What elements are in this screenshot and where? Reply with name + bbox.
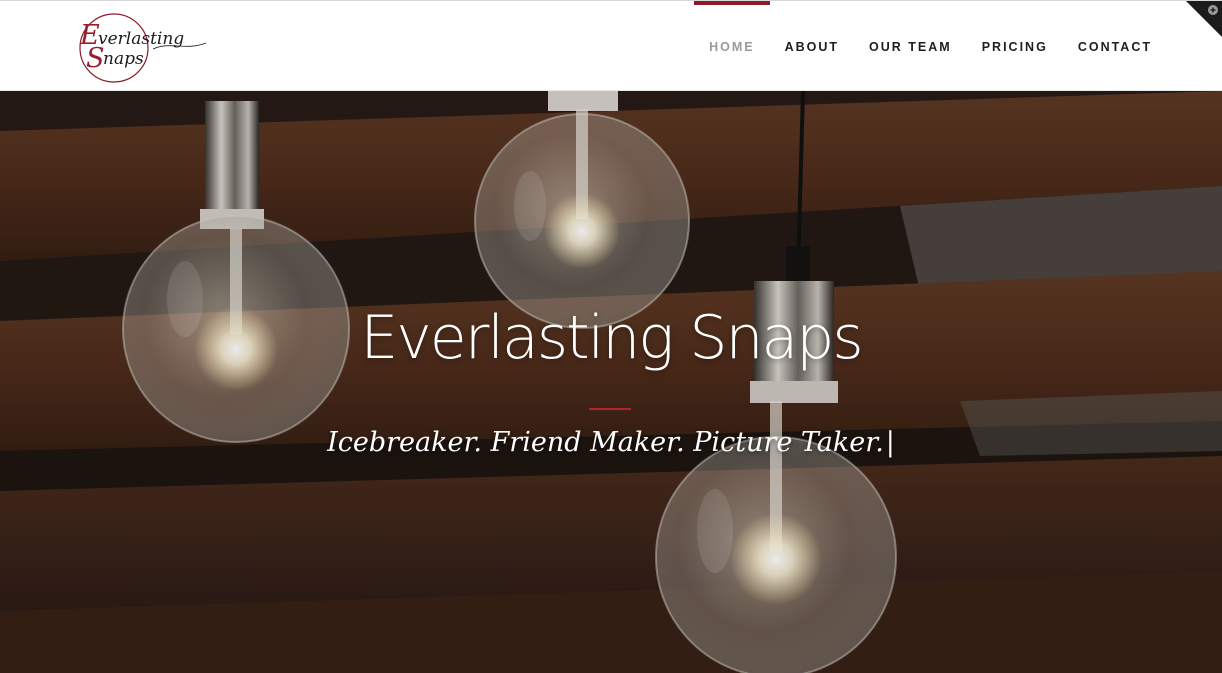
hero-title: Everlasting Snaps	[360, 303, 863, 373]
plus-circle-icon	[1208, 5, 1218, 15]
svg-text:S: S	[86, 43, 105, 74]
site-header: E verlasting S naps HOME ABOUT OUR TEAM …	[0, 0, 1222, 91]
nav-contact[interactable]: CONTACT	[1078, 1, 1152, 92]
site-logo[interactable]: E verlasting S naps	[78, 11, 218, 85]
hero-divider	[589, 408, 631, 410]
hero-tagline-wrapper: Icebreaker. Friend Maker. Picture Taker.…	[0, 427, 1222, 458]
main-nav: HOME ABOUT OUR TEAM PRICING CONTACT	[679, 1, 1152, 92]
typing-cursor: |	[885, 427, 895, 458]
corner-toggle-button[interactable]	[1186, 1, 1222, 37]
nav-about[interactable]: ABOUT	[785, 1, 839, 92]
nav-pricing[interactable]: PRICING	[982, 1, 1048, 92]
hero-background-image	[0, 91, 1222, 673]
hero-section: Everlasting Snaps Icebreaker. Friend Mak…	[0, 91, 1222, 673]
hero-tagline: Icebreaker. Friend Maker. Picture Taker.	[327, 427, 884, 458]
svg-text:naps: naps	[103, 49, 144, 69]
nav-home[interactable]: HOME	[694, 1, 769, 92]
nav-our-team[interactable]: OUR TEAM	[869, 1, 952, 92]
logo-mark: E verlasting S naps	[79, 13, 207, 83]
